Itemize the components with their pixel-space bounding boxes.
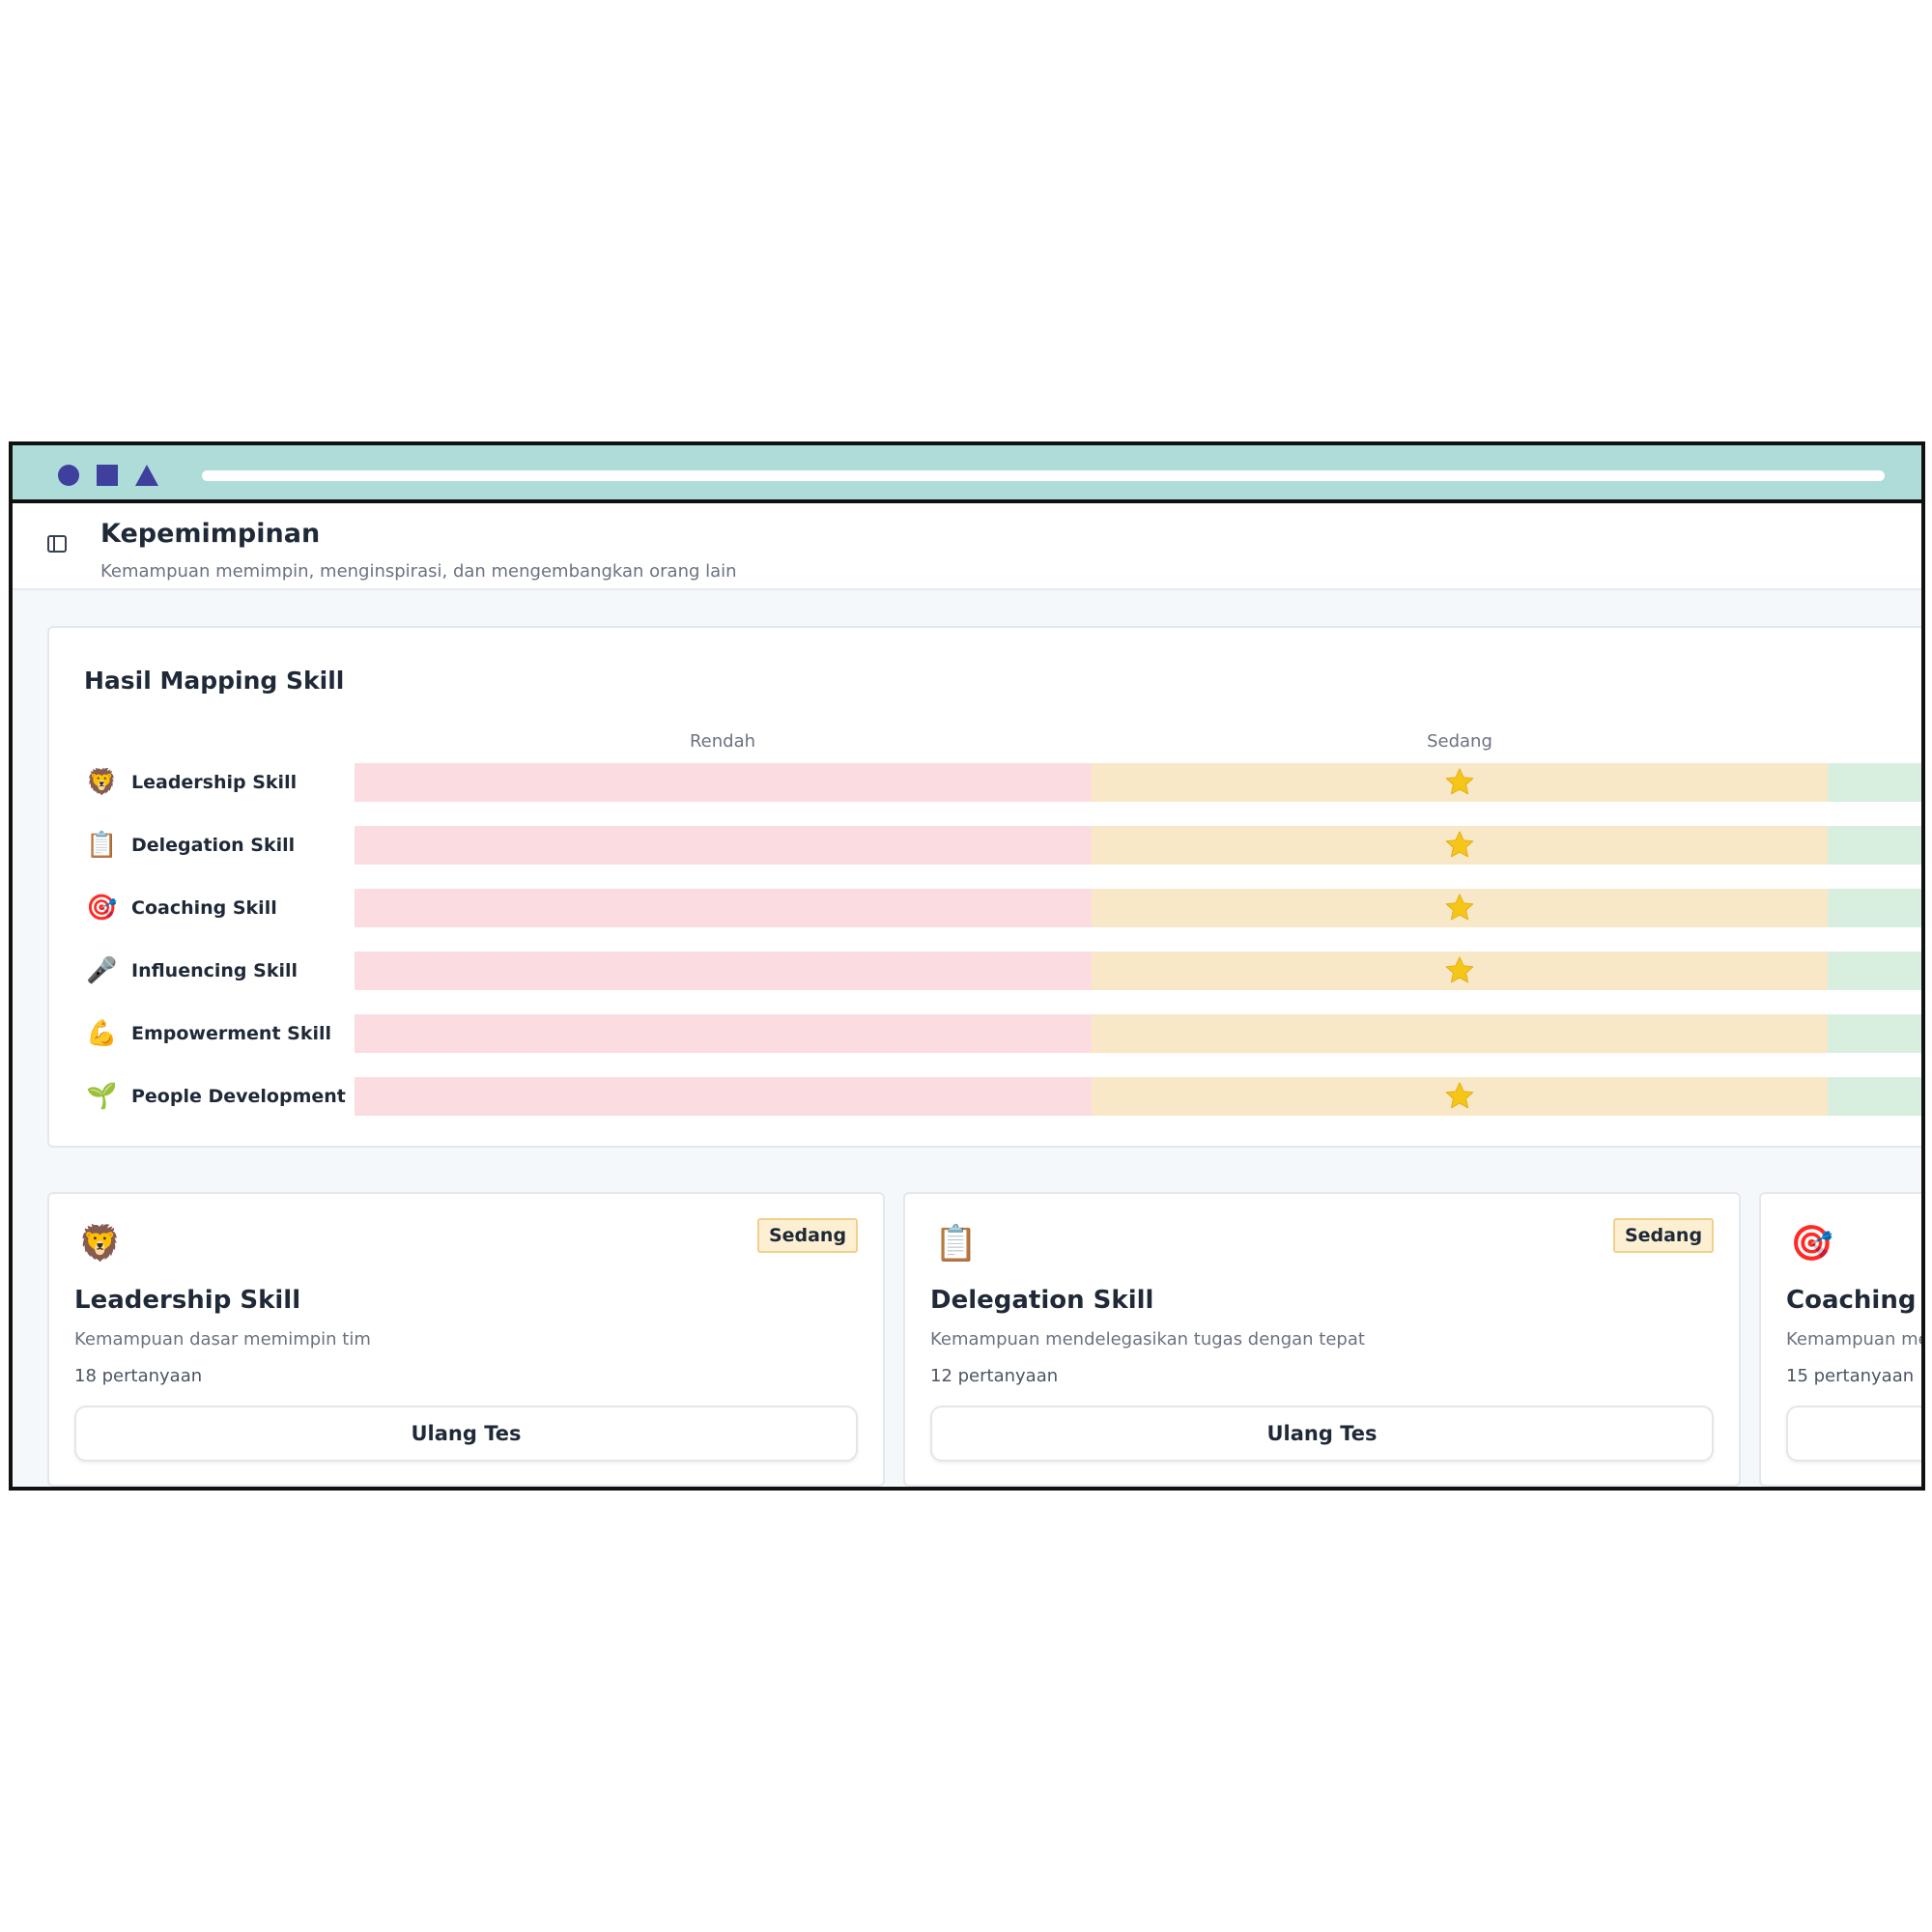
- star-icon: [1443, 892, 1476, 924]
- star-icon: [1443, 1080, 1476, 1113]
- level-segment-high: [1828, 889, 1921, 927]
- level-segment-low: [355, 1077, 1092, 1116]
- card-description: Kemampuan dasar memimpin tim: [74, 1329, 371, 1350]
- page-subtitle: Kemampuan memimpin, menginspirasi, dan m…: [100, 561, 737, 582]
- level-badge: Sedang: [757, 1218, 858, 1253]
- skill-level-track: [355, 763, 1921, 802]
- level-segment-high: [1828, 952, 1921, 990]
- skill-row-label: People Development: [131, 1086, 346, 1107]
- clipboard-icon: 📋: [934, 1224, 978, 1264]
- question-count: 15 pertanyaan: [1786, 1366, 1915, 1386]
- microphone-icon: 🎤: [86, 956, 118, 985]
- skill-row: 🎤 Influencing Skill: [49, 952, 1921, 990]
- level-segment-low: [355, 763, 1092, 802]
- card-title: Delegation Skill: [930, 1286, 1154, 1315]
- skill-card: 🎯 Coaching Sk Kemampuan mel 15 pertanyaan: [1759, 1192, 1925, 1487]
- card-title: Leadership Skill: [74, 1286, 301, 1315]
- square-icon: [97, 465, 118, 486]
- mapping-title: Hasil Mapping Skill: [84, 667, 345, 695]
- skill-level-track: [355, 826, 1921, 865]
- skill-row: 📋 Delegation Skill: [49, 826, 1921, 865]
- skill-row: 🎯 Coaching Skill: [49, 889, 1921, 927]
- triangle-icon: [135, 465, 158, 486]
- card-description: Kemampuan mendelegasikan tugas dengan te…: [930, 1329, 1365, 1350]
- level-label-medium: Sedang: [1427, 731, 1492, 752]
- skill-row-label: Coaching Skill: [131, 897, 277, 919]
- browser-window: Kepemimpinan Kemampuan memimpin, mengins…: [9, 441, 1925, 1491]
- retest-button[interactable]: Ulang Tes: [74, 1406, 858, 1462]
- retest-button[interactable]: Ulang Tes: [930, 1406, 1714, 1462]
- card-title: Coaching Sk: [1786, 1286, 1921, 1315]
- skill-level-track: [355, 889, 1921, 927]
- skill-row: 🌱 People Development: [49, 1077, 1921, 1116]
- level-segment-high: [1828, 1077, 1921, 1116]
- window-titlebar: [13, 445, 1921, 503]
- skill-level-track: [355, 1077, 1921, 1116]
- skill-level-track: [355, 952, 1921, 990]
- skill-row-label: Leadership Skill: [131, 772, 298, 793]
- question-count: 12 pertanyaan: [930, 1366, 1059, 1386]
- sidebar-toggle-icon[interactable]: [45, 532, 69, 555]
- star-icon: [1443, 766, 1476, 799]
- skill-level-track: [355, 1014, 1921, 1053]
- star-icon: [1443, 829, 1476, 862]
- skill-row: 💪 Empowerment Skill: [49, 1014, 1921, 1053]
- level-segment-low: [355, 826, 1092, 865]
- skill-row-label: Delegation Skill: [131, 835, 296, 856]
- seedling-icon: 🌱: [86, 1082, 118, 1111]
- level-segment-low: [355, 952, 1092, 990]
- circle-icon: [58, 465, 79, 486]
- level-segment-high: [1828, 763, 1921, 802]
- level-segment-medium: [1092, 1014, 1828, 1053]
- clipboard-icon: 📋: [86, 831, 118, 860]
- retest-button[interactable]: [1786, 1406, 1921, 1462]
- flexed-biceps-icon: 💪: [86, 1019, 118, 1048]
- target-icon: 🎯: [1790, 1224, 1833, 1264]
- level-segment-high: [1828, 826, 1921, 865]
- skill-mapping-card: Hasil Mapping Skill Rendah Sedang 🦁 Leade…: [47, 626, 1921, 1148]
- skill-row-label: Empowerment Skill: [131, 1023, 332, 1044]
- address-bar[interactable]: [202, 470, 1885, 481]
- page-header: Kepemimpinan Kemampuan memimpin, mengins…: [13, 503, 1921, 590]
- question-count: 18 pertanyaan: [74, 1366, 203, 1386]
- skill-card: 📋 Sedang Delegation Skill Kemampuan mendele…: [903, 1192, 1741, 1487]
- skill-row-label: Influencing Skill: [131, 960, 298, 981]
- level-segment-high: [1828, 1014, 1921, 1053]
- level-label-low: Rendah: [689, 731, 756, 752]
- card-description: Kemampuan mel: [1786, 1329, 1925, 1350]
- page-title: Kepemimpinan: [100, 519, 321, 549]
- skill-card: 🦁 Sedang Leadership Skill Kemampuan dasar m…: [47, 1192, 885, 1487]
- level-segment-low: [355, 889, 1092, 927]
- lion-icon: 🦁: [78, 1224, 122, 1264]
- level-badge: Sedang: [1613, 1218, 1714, 1253]
- lion-icon: 🦁: [86, 768, 118, 797]
- star-icon: [1443, 954, 1476, 987]
- target-icon: 🎯: [86, 894, 118, 923]
- level-segment-low: [355, 1014, 1092, 1053]
- skill-row: 🦁 Leadership Skill: [49, 763, 1921, 802]
